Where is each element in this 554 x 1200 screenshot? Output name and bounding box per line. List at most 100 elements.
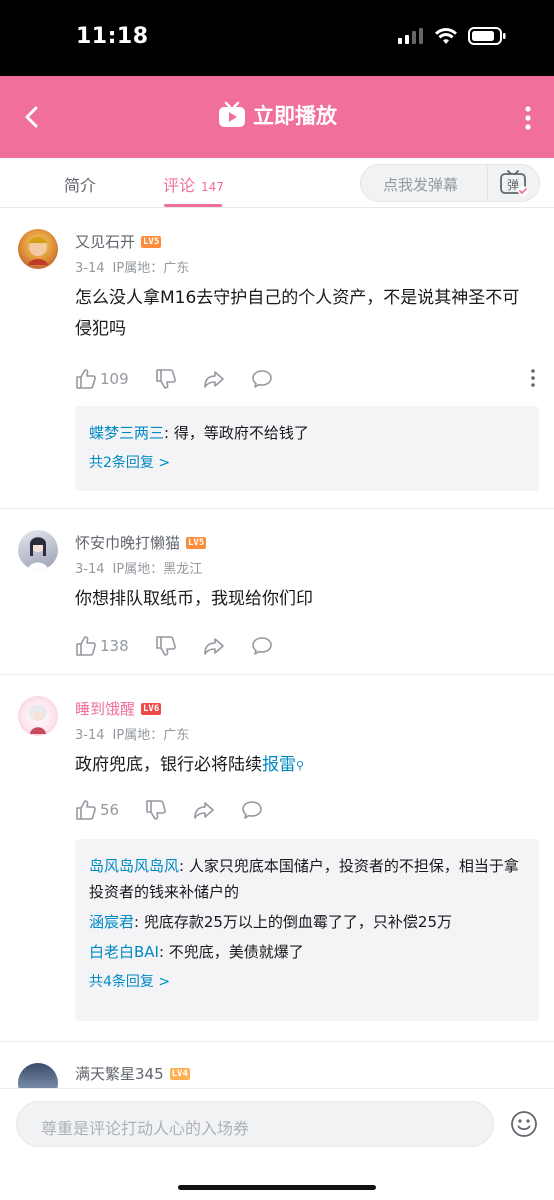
more-vertical-icon (525, 106, 531, 130)
thumbs-up-icon (76, 369, 96, 389)
avatar[interactable] (18, 530, 58, 570)
comment-date: 3-14 (75, 562, 105, 577)
comment-meta: 3-14 IP属地：广东 (75, 724, 197, 743)
thumbs-up-icon (76, 800, 96, 820)
thumbs-down-icon (146, 800, 167, 820)
thumbs-up-icon (76, 636, 96, 656)
status-icons (398, 27, 506, 45)
username[interactable]: 怀安巾晚打懒猫 LV5 (75, 532, 207, 553)
avatar[interactable] (18, 696, 58, 736)
level-badge: LV6 (141, 702, 162, 715)
status-bar: 11:18 (0, 0, 554, 76)
tab-comments[interactable]: 评论 147 (163, 172, 224, 196)
username-text: 又见石开 (75, 233, 136, 251)
tab-comments-label: 评论 (163, 176, 196, 195)
play-now-label: 立即播放 (253, 104, 337, 128)
reply-username[interactable]: 白老白BAI (89, 943, 159, 961)
comment-bubble-icon (251, 370, 272, 388)
username-text: 满天繁星345 (75, 1065, 164, 1083)
play-now-button[interactable]: 立即播放 (0, 100, 554, 130)
level-badge: LV5 (186, 536, 207, 549)
reply-username[interactable]: 岛风岛风岛风 (89, 857, 179, 875)
dislike-button[interactable] (155, 368, 177, 390)
comment-date: 3-14 (75, 261, 105, 276)
comment-text: 怎么没人拿M16去守护自己的个人资产，不是说其神圣不可侵犯吗 (75, 288, 520, 339)
reply-username[interactable]: 涵宸君 (89, 913, 134, 931)
comment-more-button[interactable] (530, 369, 536, 391)
danmaku-toggle-button[interactable]: 弹 (487, 165, 539, 201)
reply-button[interactable] (241, 799, 263, 821)
like-button[interactable]: 138 (75, 635, 129, 657)
username-text: 睡到饿醒 (75, 700, 136, 718)
status-time: 11:18 (76, 24, 149, 49)
comment-ip: IP属地：广东 (112, 728, 190, 743)
dislike-button[interactable] (145, 799, 167, 821)
comment-text: 政府兜底，银行必将陆续报雷⚲ (75, 750, 532, 781)
active-tab-indicator (164, 204, 222, 207)
reply-text: : 不兜底，美债就爆了 (158, 943, 304, 961)
comment-meta: 3-14 IP属地：黑龙江 (75, 558, 210, 577)
comment-item: 又见石开 LV5 3-14 IP属地：广东 怎么没人拿M16去守护自己的个人资产，不… (0, 209, 554, 509)
danmaku-glyph: 弹 (506, 178, 518, 192)
reply-username[interactable]: 蝶梦三两三 (89, 424, 164, 442)
share-button[interactable] (193, 799, 215, 821)
battery-icon (468, 27, 506, 45)
like-button[interactable]: 109 (75, 368, 129, 390)
comment-actions: 138 (75, 634, 536, 658)
comment-ip: IP属地：黑龙江 (112, 562, 203, 577)
like-button[interactable]: 56 (75, 799, 119, 821)
like-count: 138 (100, 637, 129, 655)
danmaku-toggle-icon: 弹 (499, 170, 528, 196)
comment-item: 睡到饿醒 LV6 3-14 IP属地：广东 政府兜底，银行必将陆续报雷⚲ 56 岛风… (0, 676, 554, 1042)
avatar[interactable] (18, 229, 58, 269)
reply-preview[interactable]: 蝶梦三两三: 得，等政府不给钱了 共2条回复 > (75, 406, 539, 491)
reply-button[interactable] (251, 635, 273, 657)
comment-item: 怀安巾晚打懒猫 LV5 3-14 IP属地：黑龙江 你想排队取纸币，我现给你们印 1… (0, 510, 554, 675)
like-count: 109 (100, 370, 129, 388)
level-badge: LV5 (141, 235, 162, 248)
avatar[interactable] (18, 1063, 58, 1089)
reply-item: 岛风岛风岛风: 人家只兜底本国储户，投资者的不担保，相当于拿投资者的钱来补储户的 (89, 853, 525, 905)
username[interactable]: 满天繁星345 LV4 (75, 1063, 190, 1084)
search-keyword-link[interactable]: 报雷 (262, 755, 296, 775)
comment-bubble-icon (242, 801, 262, 819)
comment-input-bar: 尊重是评论打动人心的入场券 (0, 1088, 554, 1200)
top-bar: 立即播放 (0, 76, 554, 158)
reply-item: 涵宸君: 兜底存款25万以上的倒血霉了了，只补偿25万 (89, 909, 525, 935)
wifi-icon (435, 28, 457, 44)
danmaku-placeholder: 点我发弹幕 (383, 176, 459, 194)
like-count: 56 (100, 801, 120, 819)
comment-text: 你想排队取纸币，我现给你们印 (75, 589, 313, 609)
share-button[interactable] (203, 368, 225, 390)
emoji-button[interactable] (510, 1110, 538, 1142)
danmaku-input[interactable]: 点我发弹幕 弹 (360, 164, 540, 202)
comment-input-placeholder: 尊重是评论打动人心的入场券 (41, 1119, 250, 1138)
more-button[interactable] (524, 106, 532, 134)
reply-text: : 兜底存款25万以上的倒血霉了了，只补偿25万 (134, 913, 453, 931)
comment-meta: 3-14 IP属地：广东 (75, 257, 197, 276)
comment-date: 3-14 (75, 728, 105, 743)
reply-preview[interactable]: 岛风岛风岛风: 人家只兜底本国储户，投资者的不担保，相当于拿投资者的钱来补储户的… (75, 839, 539, 1021)
comment-item: 满天繁星345 LV4 (0, 1043, 554, 1089)
comment-input[interactable]: 尊重是评论打动人心的入场券 (16, 1101, 494, 1147)
username[interactable]: 又见石开 LV5 (75, 231, 162, 252)
share-icon (194, 802, 214, 819)
view-replies-link[interactable]: 共2条回复 > (89, 450, 525, 476)
home-indicator (178, 1185, 376, 1190)
comment-actions: 109 (75, 367, 536, 391)
emoji-icon (511, 1111, 537, 1137)
share-button[interactable] (203, 635, 225, 657)
tab-intro[interactable]: 简介 (64, 172, 96, 196)
view-replies-link[interactable]: 共4条回复 > (89, 969, 525, 995)
reply-item: 蝶梦三两三: 得，等政府不给钱了 (89, 420, 525, 446)
dislike-button[interactable] (155, 635, 177, 657)
comment-text-body: 政府兜底，银行必将陆续 (75, 755, 262, 775)
search-icon: ⚲ (296, 759, 305, 772)
share-icon (203, 638, 224, 655)
more-vertical-icon (531, 369, 535, 387)
username-text: 怀安巾晚打懒猫 (75, 534, 181, 552)
reply-button[interactable] (251, 368, 273, 390)
thumbs-down-icon (155, 369, 176, 389)
username[interactable]: 睡到饿醒 LV6 (75, 698, 162, 719)
comment-count: 147 (201, 180, 224, 194)
